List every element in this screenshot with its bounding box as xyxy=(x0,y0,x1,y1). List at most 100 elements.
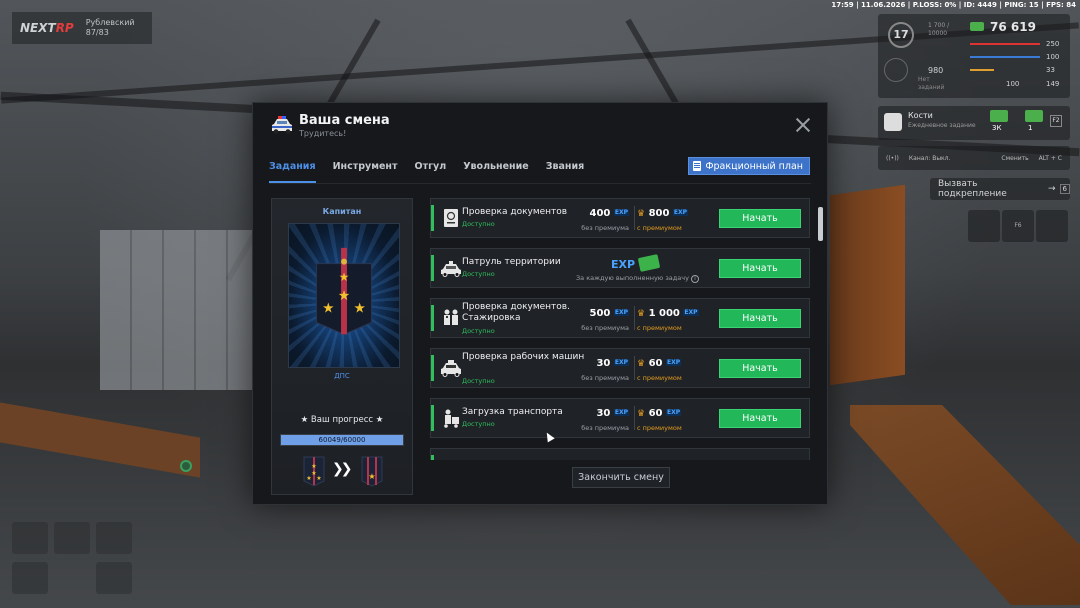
task-status: Доступно xyxy=(462,220,495,228)
chevrons-right-icon: ❯❯ xyxy=(332,461,353,477)
daily-task-title: Кости xyxy=(908,111,933,120)
crown-icon: ♛ xyxy=(637,359,646,369)
officers-icon xyxy=(444,309,458,325)
crown-icon: ♛ xyxy=(637,209,646,219)
channel-hotkey: ALT + C xyxy=(1038,154,1062,162)
inventory-slot[interactable] xyxy=(54,522,90,554)
reward-divider xyxy=(634,356,635,380)
hotkey-badge: F2 xyxy=(1050,115,1062,127)
crown-icon: ♛ xyxy=(637,409,646,419)
epaulette-icon: ★ ★ ★ ★ xyxy=(316,247,372,335)
tab-day-off[interactable]: Отгул xyxy=(415,161,447,183)
reward-divider xyxy=(634,306,635,330)
modal-title: Ваша смена xyxy=(299,113,390,128)
inventory-slot[interactable] xyxy=(96,562,132,594)
reward-premium-caption: с премиумом xyxy=(637,424,682,432)
reward-premium: ♛ 60 EXP xyxy=(637,358,682,369)
svg-text:★: ★ xyxy=(338,288,350,304)
reward-base-caption: без премиума xyxy=(581,324,629,332)
reward-base-caption: без премиума xyxy=(581,374,629,382)
task-list[interactable]: Проверка документов Доступно 400 EXP без… xyxy=(430,198,812,460)
xp-value: 980 xyxy=(928,66,944,75)
task-row: Проверка документов. Стажировка Доступно… xyxy=(430,298,810,338)
start-button[interactable]: Начать xyxy=(719,409,801,428)
notification-bell-icon[interactable] xyxy=(1036,210,1068,242)
task-name: Загрузка транспорта xyxy=(462,407,563,417)
current-rank-epaulette-icon: ★ ★ ★ ★ xyxy=(303,456,325,487)
minimap-marker-icon xyxy=(180,460,192,472)
reward-premium-caption: с премиумом xyxy=(637,324,682,332)
rank-department: ДПС xyxy=(334,372,350,380)
health-bar xyxy=(970,43,1040,45)
svg-text:★: ★ xyxy=(311,463,316,470)
daily-task-dice[interactable]: Кости Ежедневное задание 3К 1 F2 xyxy=(878,106,1070,140)
task-status: Доступно xyxy=(462,327,495,335)
status-bar: 17:59 | 11.06.2026 | P.LOSS: 0% | ID: 44… xyxy=(831,1,1076,9)
hunger-value: 33 xyxy=(1046,66,1055,74)
player-stats-panel: 17 1 700 /10000 76 619 250 100 33 100 14… xyxy=(878,14,1070,98)
call-backup-button[interactable]: Вызвать подкрепление → 6 xyxy=(930,178,1070,200)
next-rank-epaulette-icon: ★ xyxy=(361,456,383,487)
tab-ranks[interactable]: Звания xyxy=(546,161,585,183)
channel-label: Канал: Выкл. xyxy=(908,154,951,162)
tab-bar: Задания Инструмент Отгул Увольнение Зван… xyxy=(269,161,584,183)
reward-divider xyxy=(634,206,635,230)
server-info: Рублевский 87/83 xyxy=(86,18,135,39)
available-indicator xyxy=(431,205,434,231)
calendar-icon[interactable] xyxy=(968,210,1000,242)
reward-base-caption: без премиума xyxy=(581,424,629,432)
armor-value: 100 xyxy=(1046,53,1060,61)
available-indicator xyxy=(431,455,434,460)
info-icon: i xyxy=(690,275,699,283)
svg-text:★: ★ xyxy=(306,475,311,482)
daily-reward-count: 1 xyxy=(1028,124,1033,132)
reward-base-caption: без премиума xyxy=(581,224,629,232)
exp-reward-icon: EXP xyxy=(611,258,636,271)
inventory-slot[interactable] xyxy=(12,562,48,594)
tab-resign[interactable]: Увольнение xyxy=(463,161,529,183)
tab-tools[interactable]: Инструмент xyxy=(333,161,398,183)
stat-a-value: 100 xyxy=(1006,80,1020,88)
reward-premium: ♛ 1 000 EXP xyxy=(637,308,699,319)
start-button[interactable]: Начать xyxy=(719,209,801,228)
hotkey-slot[interactable]: F6 xyxy=(1002,210,1034,242)
stat-b-value: 149 xyxy=(1046,80,1060,88)
brand-logo: NEXTRP xyxy=(20,21,74,35)
close-icon[interactable] xyxy=(795,117,811,133)
start-button[interactable]: Начать xyxy=(719,309,801,328)
police-car-icon xyxy=(441,261,461,277)
reward-premium-caption: с премиумом xyxy=(637,224,682,232)
inventory-slot[interactable] xyxy=(12,522,48,554)
radio-icon: ((•)) xyxy=(886,154,899,162)
money-reward-icon xyxy=(637,254,661,272)
inventory-slot[interactable] xyxy=(96,522,132,554)
svg-text:★: ★ xyxy=(354,301,366,317)
radio-channel[interactable]: ((•)) Канал: Выкл. Сменить ALT + C xyxy=(878,146,1070,170)
task-status: Доступно xyxy=(462,420,495,428)
document-icon xyxy=(693,161,702,171)
start-button[interactable]: Начать xyxy=(719,259,801,278)
task-list-scrollbar[interactable] xyxy=(818,207,823,241)
shift-modal: Ваша смена Трудитесь! Задания Инструмент… xyxy=(252,102,828,505)
wooden-door xyxy=(830,184,905,386)
hunger-bar xyxy=(970,69,994,71)
arrow-right-icon: → xyxy=(1047,184,1056,194)
start-button[interactable]: Начать xyxy=(719,359,801,378)
reward-base: 30 EXP xyxy=(596,408,629,419)
task-row xyxy=(430,448,810,460)
task-row: Патруль территории Доступно EXP За кажду… xyxy=(430,248,810,288)
faction-plan-button[interactable]: Фракционный план xyxy=(688,157,810,175)
task-status: Доступно xyxy=(462,270,495,278)
backup-label: Вызвать подкрепление xyxy=(938,179,1007,199)
finish-shift-button[interactable]: Закончить смену xyxy=(572,467,670,488)
heart-icon xyxy=(884,58,908,82)
reward-premium: ♛ 800 EXP xyxy=(637,208,689,219)
available-indicator xyxy=(431,255,434,281)
task-name: Патруль территории xyxy=(462,257,561,267)
passport-icon xyxy=(444,209,458,227)
server-logo: NEXTRP Рублевский 87/83 xyxy=(12,12,152,44)
task-name: Проверка рабочих машин xyxy=(462,352,585,362)
crown-icon: ♛ xyxy=(637,309,646,319)
tab-tasks[interactable]: Задания xyxy=(269,161,316,183)
task-row: Загрузка транспорта Доступно 30 EXP без … xyxy=(430,398,810,438)
